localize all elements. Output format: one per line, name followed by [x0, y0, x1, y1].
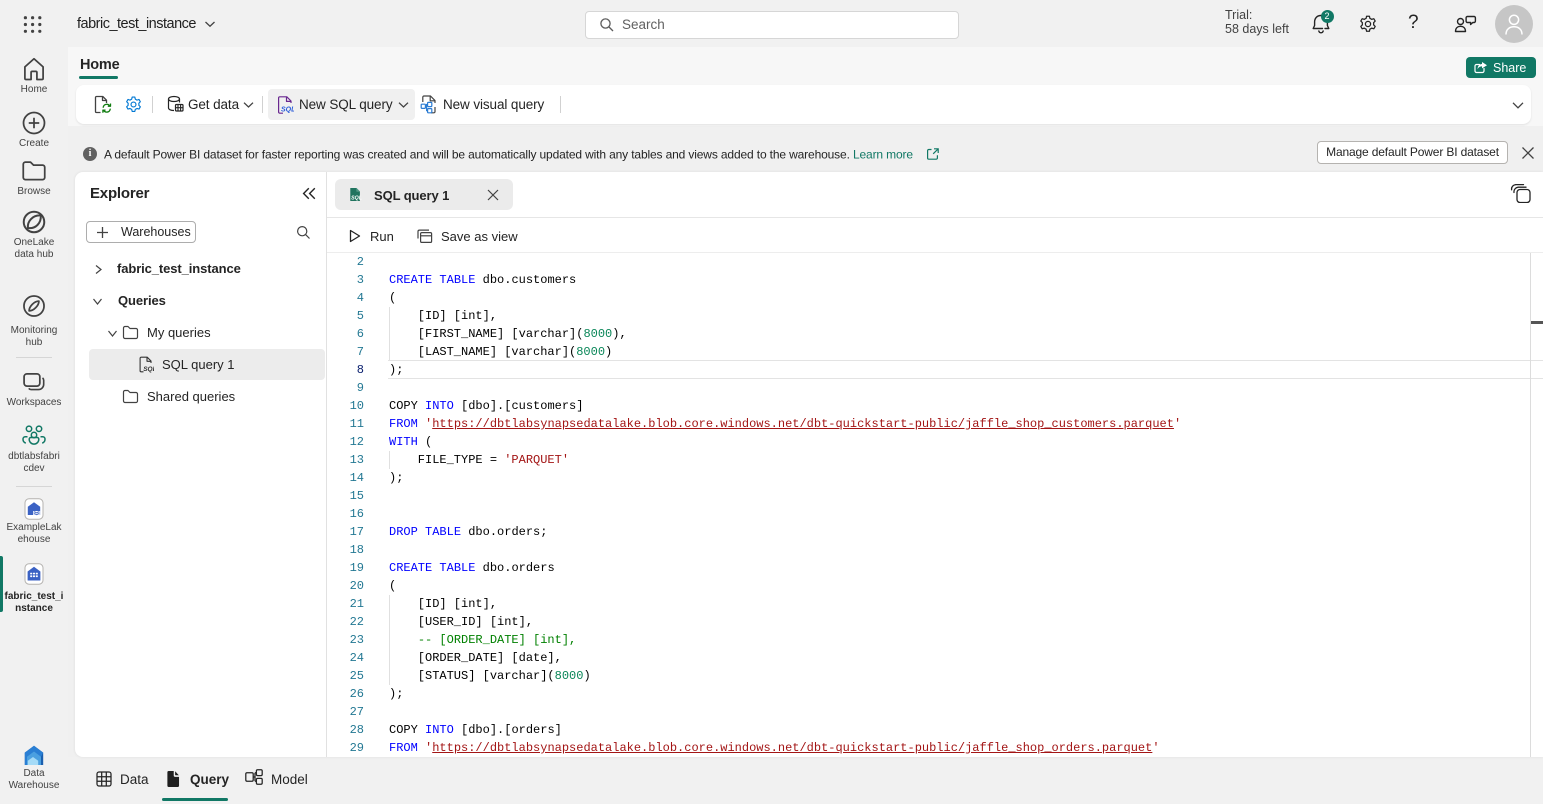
svg-text:SQL: SQL [143, 366, 154, 373]
svg-text:SQL: SQL [281, 107, 294, 114]
svg-text:SQL: SQL [351, 196, 362, 202]
